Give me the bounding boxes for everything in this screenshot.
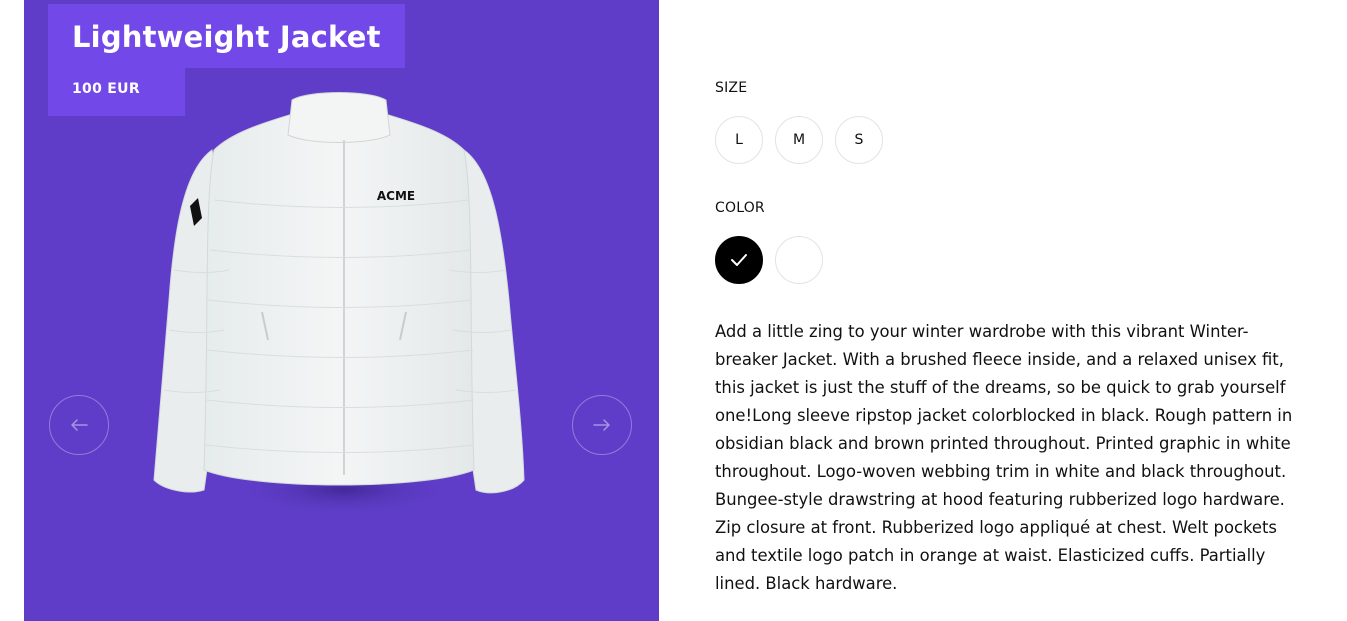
size-option-s[interactable]: S: [835, 116, 883, 164]
size-option-m[interactable]: M: [775, 116, 823, 164]
arrow-left-icon: [71, 419, 88, 431]
product-price: 100 EUR: [48, 68, 185, 116]
arrow-right-icon: [593, 419, 610, 431]
product-description: Add a little zing to your winter wardrob…: [715, 322, 1293, 593]
size-options: L M S: [715, 116, 883, 164]
previous-image-button[interactable]: [49, 395, 109, 455]
color-swatch-black[interactable]: [715, 236, 763, 284]
product-image-gallery: ACME Lightweight Jacket 100 EUR: [24, 0, 659, 621]
jacket-logo-text: ACME: [377, 189, 415, 203]
next-image-button[interactable]: [572, 395, 632, 455]
size-option-l[interactable]: L: [715, 116, 763, 164]
checkmark-icon: [731, 254, 747, 266]
color-label: COLOR: [715, 200, 765, 216]
color-options: [715, 236, 823, 284]
product-title: Lightweight Jacket: [48, 4, 405, 68]
color-swatch-white[interactable]: [775, 236, 823, 284]
size-label: SIZE: [715, 80, 748, 96]
